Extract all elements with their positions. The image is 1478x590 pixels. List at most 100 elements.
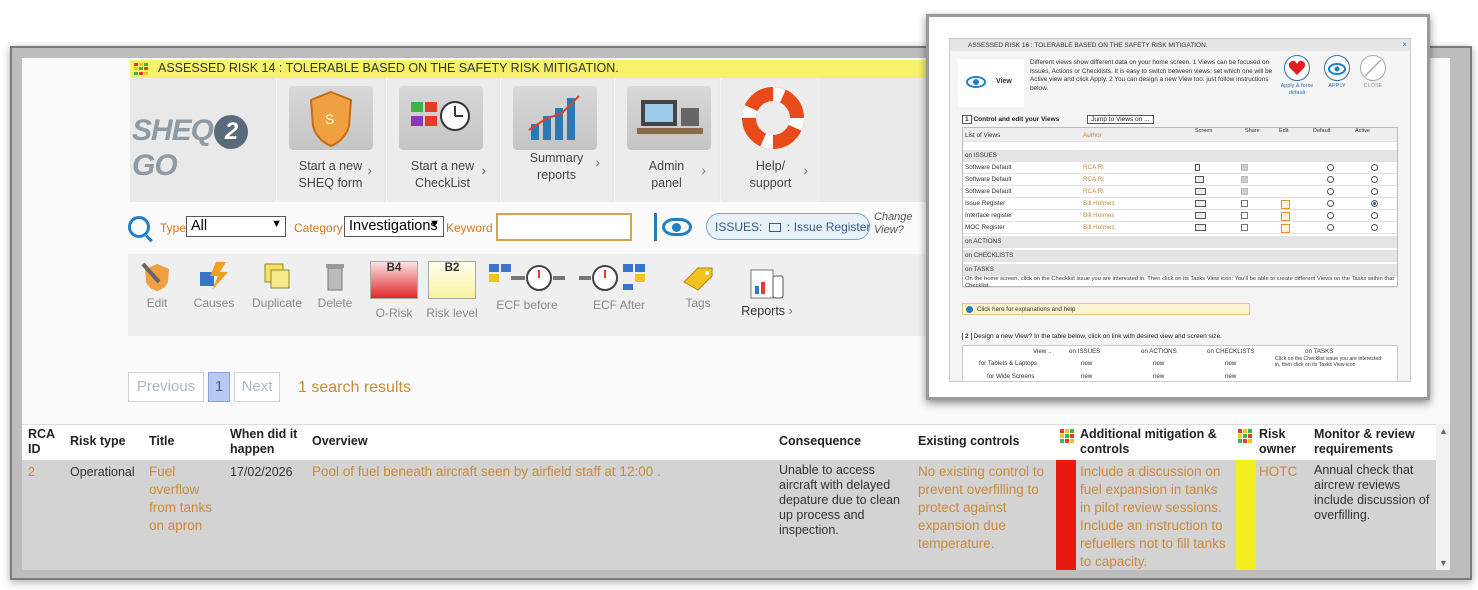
col-risk-type[interactable]: Risk type (70, 434, 126, 449)
record-toolbar: Edit Causes Duplicate Delete B4 O-Risk B… (128, 254, 948, 336)
o-risk-badge: B4 (370, 261, 418, 299)
col-when[interactable]: When did it happen (230, 427, 304, 457)
previous-page-button[interactable]: Previous (128, 372, 204, 402)
cell-consequence: Unable to access aircraft with delayed d… (779, 463, 900, 537)
duplicate-icon (259, 260, 295, 292)
close-slash-icon (1360, 55, 1386, 81)
apply-force-default-button[interactable]: Apply & force default (1278, 55, 1316, 96)
new-issues-wide-link[interactable]: new (1081, 373, 1092, 380)
page-1-button[interactable]: 1 (208, 372, 230, 402)
summary-reports-tile[interactable]: Summary reports › (500, 78, 612, 202)
group-actions: on ACTIONS (963, 236, 1397, 248)
risk-level-button[interactable]: B2 Risk level (424, 254, 480, 320)
close-icon[interactable]: × (1402, 40, 1407, 49)
chevron-right-icon: › (788, 304, 793, 318)
view-row[interactable]: Software Default RCA Rl (963, 186, 1397, 198)
cell-risk-owner[interactable]: HOTC (1259, 463, 1297, 481)
ecf-after-icon (577, 260, 661, 292)
reports-device-icon (749, 268, 785, 300)
new-actions-tablet-link[interactable]: new (1153, 360, 1164, 367)
cell-title[interactable]: Fuel overflow from tanks on apron (149, 463, 221, 535)
start-sheq-form-tile[interactable]: S Start a new SHEQ form › (276, 78, 384, 202)
scroll-down-icon: ▼ (1439, 558, 1448, 568)
tags-button[interactable]: Tags (668, 254, 728, 310)
current-view-button[interactable]: ISSUES: : Issue Register (706, 213, 870, 240)
new-checklists-tablet-link[interactable]: new (1225, 360, 1236, 367)
type-label: Type (160, 221, 187, 235)
help-link[interactable]: Click here for explanations and help (962, 303, 1250, 315)
o-risk-button[interactable]: B4 O-Risk (366, 254, 422, 320)
view-row[interactable]: Software Default RCA Rl (963, 162, 1397, 174)
jump-to-select[interactable]: Jump to Views on ... (1087, 115, 1154, 124)
cell-existing-controls[interactable]: No existing control to prevent overfilli… (918, 463, 1046, 553)
causes-icon (196, 260, 232, 292)
search-icon[interactable] (128, 216, 150, 238)
table-row[interactable]: 2 Operational Fuel overflow from tanks o… (22, 460, 1436, 570)
lifebuoy-icon (733, 86, 817, 150)
new-actions-wide-link[interactable]: new (1153, 373, 1164, 380)
svg-text:S: S (325, 111, 334, 127)
tasks-instructions: On the home screen, click on the Checkli… (963, 276, 1397, 288)
col-consequence[interactable]: Consequence (779, 434, 861, 449)
delete-button[interactable]: Delete (312, 254, 358, 310)
category-label: Category (294, 221, 343, 235)
view-row[interactable]: Issue Register Bill Holmes (963, 198, 1397, 210)
edit-button[interactable]: Edit (132, 254, 182, 310)
duplicate-button[interactable]: Duplicate (246, 254, 308, 310)
cell-additional-mitigation[interactable]: Include a discussion on fuel expansion i… (1080, 463, 1228, 570)
checklist-clock-icon (399, 86, 483, 150)
col-overview[interactable]: Overview (312, 434, 368, 449)
group-tasks: on TASKS (963, 264, 1397, 276)
search-filters: Type All ▼ Category Investigations ▼ Keywo… (128, 210, 948, 246)
view-row[interactable]: Software Default RCA Rl (963, 174, 1397, 186)
chevron-down-icon: ▼ (429, 218, 440, 230)
col-additional-mitigation[interactable]: Additional mitigation & controls (1080, 427, 1230, 457)
ecf-after-button[interactable]: ECF After (574, 254, 664, 312)
risk-matrix-icon (1238, 429, 1252, 443)
view-row[interactable]: Interface register Bill Holmes (963, 210, 1397, 222)
cell-when: 17/02/2026 (230, 465, 293, 479)
table-scrollbar[interactable]: ▲ ▼ (1436, 424, 1450, 570)
chevron-down-icon: ▼ (271, 218, 282, 230)
divider (654, 213, 657, 241)
views-table: List of Views Author Screen Share Edit D… (962, 127, 1398, 288)
cell-rca-id[interactable]: 2 (28, 463, 35, 481)
apply-button[interactable]: APPLY (1318, 55, 1356, 90)
new-issues-tablet-link[interactable]: new (1081, 360, 1092, 367)
view-panel: View (958, 59, 1024, 107)
admin-panel-tile[interactable]: Admin panel › (614, 78, 718, 202)
cell-overview[interactable]: Pool of fuel beneath aircraft seen by ai… (312, 463, 772, 481)
views-dialog: ASSESSED RISK 16 : TOLERABLE BASED ON TH… (949, 38, 1411, 382)
sheq2go-logo: SHEQ 2GO (132, 114, 272, 182)
ecf-before-icon (487, 260, 567, 292)
keyword-input[interactable] (496, 213, 632, 241)
chevron-right-icon: › (481, 162, 486, 178)
eye-icon (966, 76, 986, 88)
owner-risk-color-bar (1236, 460, 1256, 570)
start-checklist-tile[interactable]: Start a new CheckList › (386, 78, 498, 202)
close-button[interactable]: CLOSE (1354, 55, 1392, 90)
scroll-up-icon: ▲ (1439, 426, 1448, 436)
col-risk-owner[interactable]: Risk owner (1259, 427, 1303, 457)
view-row[interactable]: MOC Register Bill Holmes (963, 222, 1397, 234)
group-checklists: on CHECKLISTS (963, 250, 1397, 262)
change-view-link[interactable]: Change View? (874, 211, 913, 237)
section-1-heading: 1 Control and edit your Views Jump to Vi… (962, 115, 1154, 124)
ecf-before-button[interactable]: ECF before (484, 254, 570, 312)
group-issues: on ISSUES (963, 150, 1397, 162)
type-select[interactable]: All ▼ (186, 216, 286, 237)
next-page-button[interactable]: Next (234, 372, 280, 402)
view-eye-icon[interactable] (662, 218, 692, 236)
col-title[interactable]: Title (149, 434, 174, 449)
col-monitor-review[interactable]: Monitor & review requirements (1314, 427, 1430, 457)
new-checklists-wide-link[interactable]: new (1225, 373, 1236, 380)
col-existing-controls[interactable]: Existing controls (918, 434, 1019, 449)
col-rca-id[interactable]: RCA ID (28, 427, 62, 457)
reports-button[interactable]: Reports › (732, 254, 802, 318)
banner-title: ASSESSED RISK 14 : TOLERABLE BASED ON TH… (158, 61, 619, 75)
risk-matrix-icon (1060, 429, 1074, 443)
category-select[interactable]: Investigations ▼ (344, 216, 444, 237)
causes-button[interactable]: Causes (188, 254, 240, 310)
pencil-shield-icon (139, 260, 175, 292)
help-support-tile[interactable]: Help/support › (720, 78, 820, 202)
